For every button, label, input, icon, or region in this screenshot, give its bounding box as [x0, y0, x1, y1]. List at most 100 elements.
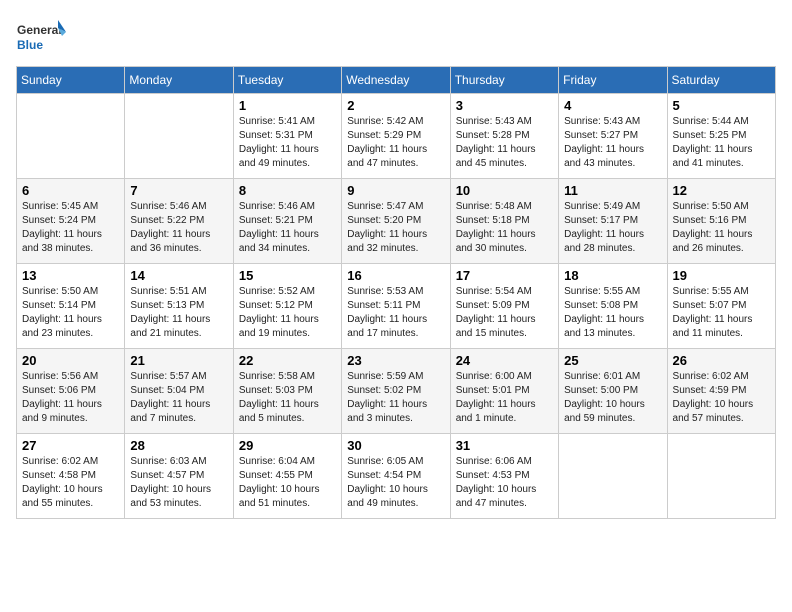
day-number: 21: [130, 353, 227, 368]
day-info: Sunrise: 5:58 AMSunset: 5:03 PMDaylight:…: [239, 370, 336, 426]
svg-text:General: General: [17, 23, 62, 37]
day-info: Sunrise: 6:00 AMSunset: 5:01 PMDaylight:…: [456, 370, 553, 426]
day-number: 19: [673, 268, 770, 283]
calendar-week: 27Sunrise: 6:02 AMSunset: 4:58 PMDayligh…: [17, 434, 776, 519]
day-info: Sunrise: 6:02 AMSunset: 4:58 PMDaylight:…: [22, 455, 119, 511]
day-info: Sunrise: 5:59 AMSunset: 5:02 PMDaylight:…: [347, 370, 444, 426]
calendar-cell: 15Sunrise: 5:52 AMSunset: 5:12 PMDayligh…: [233, 264, 341, 349]
day-info: Sunrise: 5:43 AMSunset: 5:27 PMDaylight:…: [564, 115, 661, 171]
day-number: 7: [130, 183, 227, 198]
calendar-cell: 26Sunrise: 6:02 AMSunset: 4:59 PMDayligh…: [667, 349, 775, 434]
day-info: Sunrise: 6:06 AMSunset: 4:53 PMDaylight:…: [456, 455, 553, 511]
calendar-cell: 31 Sunrise: 6:06 AMSunset: 4:53 PMDayligh…: [450, 434, 558, 519]
weekday-header: Wednesday: [342, 67, 450, 94]
calendar-cell: [125, 94, 233, 179]
calendar-cell: [17, 94, 125, 179]
day-number: 20: [22, 353, 119, 368]
calendar-cell: 4 Sunrise: 5:43 AMSunset: 5:27 PMDaylight…: [559, 94, 667, 179]
calendar-cell: 2Sunrise: 5:42 AMSunset: 5:29 PMDaylight…: [342, 94, 450, 179]
day-number: 16: [347, 268, 444, 283]
calendar-cell: 6 Sunrise: 5:45 AMSunset: 5:24 PMDaylight…: [17, 179, 125, 264]
day-info: Sunrise: 5:47 AMSunset: 5:20 PMDaylight:…: [347, 200, 444, 256]
weekday-header: Saturday: [667, 67, 775, 94]
calendar-cell: 3 Sunrise: 5:43 AMSunset: 5:28 PMDaylight…: [450, 94, 558, 179]
calendar-cell: [667, 434, 775, 519]
day-info: Sunrise: 5:48 AMSunset: 5:18 PMDaylight:…: [456, 200, 553, 256]
day-info: Sunrise: 5:50 AMSunset: 5:14 PMDaylight:…: [22, 285, 119, 341]
calendar-cell: 20Sunrise: 5:56 AMSunset: 5:06 PMDayligh…: [17, 349, 125, 434]
day-info: Sunrise: 5:55 AMSunset: 5:07 PMDaylight:…: [673, 285, 770, 341]
header: General Blue: [16, 16, 776, 56]
calendar-cell: 25 Sunrise: 6:01 AMSunset: 5:00 PMDayligh…: [559, 349, 667, 434]
day-number: 29: [239, 438, 336, 453]
day-info: Sunrise: 5:46 AMSunset: 5:21 PMDaylight:…: [239, 200, 336, 256]
day-number: 9: [347, 183, 444, 198]
calendar-week: 20Sunrise: 5:56 AMSunset: 5:06 PMDayligh…: [17, 349, 776, 434]
day-number: 14: [130, 268, 227, 283]
day-number: 11: [564, 183, 661, 198]
day-number: 26: [673, 353, 770, 368]
day-info: Sunrise: 5:46 AMSunset: 5:22 PMDaylight:…: [130, 200, 227, 256]
day-number: 28: [130, 438, 227, 453]
day-info: Sunrise: 5:45 AMSunset: 5:24 PMDaylight:…: [22, 200, 119, 256]
day-number: 31: [456, 438, 553, 453]
day-info: Sunrise: 5:43 AMSunset: 5:28 PMDaylight:…: [456, 115, 553, 171]
day-info: Sunrise: 6:03 AMSunset: 4:57 PMDaylight:…: [130, 455, 227, 511]
logo: General Blue: [16, 16, 66, 56]
calendar-cell: 12Sunrise: 5:50 AMSunset: 5:16 PMDayligh…: [667, 179, 775, 264]
calendar-week: 1 Sunrise: 5:41 AMSunset: 5:31 PMDaylight…: [17, 94, 776, 179]
day-info: Sunrise: 5:52 AMSunset: 5:12 PMDaylight:…: [239, 285, 336, 341]
day-number: 18: [564, 268, 661, 283]
calendar-cell: 22Sunrise: 5:58 AMSunset: 5:03 PMDayligh…: [233, 349, 341, 434]
calendar-cell: 14 Sunrise: 5:51 AMSunset: 5:13 PMDayligh…: [125, 264, 233, 349]
day-number: 10: [456, 183, 553, 198]
calendar-cell: 9 Sunrise: 5:47 AMSunset: 5:20 PMDaylight…: [342, 179, 450, 264]
weekday-header: Monday: [125, 67, 233, 94]
calendar-cell: 5Sunrise: 5:44 AMSunset: 5:25 PMDaylight…: [667, 94, 775, 179]
calendar-cell: 24 Sunrise: 6:00 AMSunset: 5:01 PMDayligh…: [450, 349, 558, 434]
day-info: Sunrise: 5:51 AMSunset: 5:13 PMDaylight:…: [130, 285, 227, 341]
day-info: Sunrise: 5:50 AMSunset: 5:16 PMDaylight:…: [673, 200, 770, 256]
weekday-header: Thursday: [450, 67, 558, 94]
day-number: 25: [564, 353, 661, 368]
calendar-cell: 30Sunrise: 6:05 AMSunset: 4:54 PMDayligh…: [342, 434, 450, 519]
calendar-cell: 7 Sunrise: 5:46 AMSunset: 5:22 PMDaylight…: [125, 179, 233, 264]
calendar-cell: 28 Sunrise: 6:03 AMSunset: 4:57 PMDayligh…: [125, 434, 233, 519]
calendar-cell: 27Sunrise: 6:02 AMSunset: 4:58 PMDayligh…: [17, 434, 125, 519]
day-number: 24: [456, 353, 553, 368]
calendar-cell: [559, 434, 667, 519]
day-info: Sunrise: 6:01 AMSunset: 5:00 PMDaylight:…: [564, 370, 661, 426]
calendar-cell: 18 Sunrise: 5:55 AMSunset: 5:08 PMDayligh…: [559, 264, 667, 349]
calendar-cell: 10 Sunrise: 5:48 AMSunset: 5:18 PMDayligh…: [450, 179, 558, 264]
day-number: 13: [22, 268, 119, 283]
day-info: Sunrise: 6:05 AMSunset: 4:54 PMDaylight:…: [347, 455, 444, 511]
day-number: 8: [239, 183, 336, 198]
calendar-week: 6 Sunrise: 5:45 AMSunset: 5:24 PMDaylight…: [17, 179, 776, 264]
weekday-header: Friday: [559, 67, 667, 94]
day-info: Sunrise: 5:55 AMSunset: 5:08 PMDaylight:…: [564, 285, 661, 341]
calendar-week: 13 Sunrise: 5:50 AMSunset: 5:14 PMDayligh…: [17, 264, 776, 349]
svg-text:Blue: Blue: [17, 38, 43, 52]
day-info: Sunrise: 5:54 AMSunset: 5:09 PMDaylight:…: [456, 285, 553, 341]
calendar-cell: 21 Sunrise: 5:57 AMSunset: 5:04 PMDayligh…: [125, 349, 233, 434]
calendar-cell: 29Sunrise: 6:04 AMSunset: 4:55 PMDayligh…: [233, 434, 341, 519]
day-number: 6: [22, 183, 119, 198]
header-row: SundayMondayTuesdayWednesdayThursdayFrid…: [17, 67, 776, 94]
calendar-table: SundayMondayTuesdayWednesdayThursdayFrid…: [16, 66, 776, 519]
calendar-cell: 23 Sunrise: 5:59 AMSunset: 5:02 PMDayligh…: [342, 349, 450, 434]
day-number: 3: [456, 98, 553, 113]
calendar-cell: 16Sunrise: 5:53 AMSunset: 5:11 PMDayligh…: [342, 264, 450, 349]
day-info: Sunrise: 5:57 AMSunset: 5:04 PMDaylight:…: [130, 370, 227, 426]
calendar-cell: 19 Sunrise: 5:55 AMSunset: 5:07 PMDayligh…: [667, 264, 775, 349]
day-info: Sunrise: 5:41 AMSunset: 5:31 PMDaylight:…: [239, 115, 336, 171]
weekday-header: Sunday: [17, 67, 125, 94]
calendar-cell: 13 Sunrise: 5:50 AMSunset: 5:14 PMDayligh…: [17, 264, 125, 349]
day-number: 4: [564, 98, 661, 113]
calendar-cell: 17Sunrise: 5:54 AMSunset: 5:09 PMDayligh…: [450, 264, 558, 349]
day-info: Sunrise: 5:42 AMSunset: 5:29 PMDaylight:…: [347, 115, 444, 171]
day-number: 23: [347, 353, 444, 368]
day-number: 1: [239, 98, 336, 113]
day-info: Sunrise: 5:49 AMSunset: 5:17 PMDaylight:…: [564, 200, 661, 256]
calendar-cell: 8 Sunrise: 5:46 AMSunset: 5:21 PMDaylight…: [233, 179, 341, 264]
day-number: 5: [673, 98, 770, 113]
